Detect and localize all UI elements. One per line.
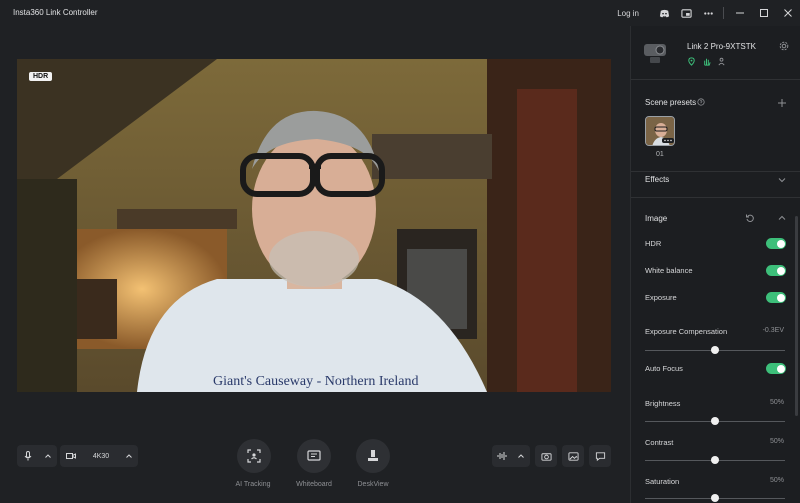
scene-preset-01[interactable] xyxy=(645,116,675,146)
title-bar: Insta360 Link Controller Log in xyxy=(0,0,800,26)
auto-focus-label: Auto Focus xyxy=(645,364,683,373)
chevron-down-icon[interactable] xyxy=(777,175,787,185)
chevron-up-icon[interactable] xyxy=(120,445,138,467)
slider-thumb[interactable] xyxy=(711,494,719,502)
saturation-slider[interactable] xyxy=(645,494,785,502)
more-icon[interactable] xyxy=(697,2,719,24)
whiteboard-icon xyxy=(307,450,321,461)
bottom-control-bar: 4K30 AI Tracking Whiteboard DeskView xyxy=(0,430,630,490)
camera-feed-image: Giant's Causeway - Northern Ireland xyxy=(17,59,611,392)
contrast-value: 50% xyxy=(769,438,784,445)
chevron-up-icon[interactable] xyxy=(777,213,787,223)
auto-focus-toggle[interactable] xyxy=(766,363,786,374)
app-title: Insta360 Link Controller xyxy=(13,8,98,17)
add-preset-icon[interactable] xyxy=(777,98,787,108)
gear-icon[interactable] xyxy=(779,41,789,51)
slider-thumb[interactable] xyxy=(711,456,719,464)
ai-tracking-label: AI Tracking xyxy=(235,481,271,488)
effects-title[interactable]: Effects xyxy=(645,175,669,184)
ai-tracking-icon xyxy=(247,449,261,463)
chat-icon xyxy=(595,451,605,461)
shirt-text: Giant's Causeway - Northern Ireland xyxy=(213,374,418,389)
contrast-label: Contrast xyxy=(645,438,674,447)
exposure-compensation-label: Exposure Compensation xyxy=(645,327,728,336)
hdr-toggle[interactable] xyxy=(766,238,786,249)
minimize-icon[interactable] xyxy=(728,0,752,26)
feedback-button[interactable] xyxy=(589,445,611,467)
white-balance-label: White balance xyxy=(645,266,693,275)
exposure-label: Exposure xyxy=(645,293,677,302)
camera-preview[interactable]: Giant's Causeway - Northern Ireland HDR xyxy=(17,59,611,392)
device-name: Link 2 Pro-9XTSTK xyxy=(687,42,756,51)
exposure-compensation-value: -0.3EV xyxy=(762,327,784,334)
microphone-icon[interactable] xyxy=(17,445,39,467)
gesture-hand-icon[interactable] xyxy=(702,57,711,66)
saturation-value: 50% xyxy=(769,477,784,484)
camera-capture-icon xyxy=(540,452,552,461)
exposure-toggle[interactable] xyxy=(766,292,786,303)
settings-sidebar: Link 2 Pro-9XTSTK Scene presets 01 Effec… xyxy=(630,26,800,503)
hdr-badge: HDR xyxy=(29,72,53,81)
person-icon[interactable] xyxy=(717,57,726,66)
image-title: Image xyxy=(645,214,668,223)
title-bar-actions: Log in xyxy=(617,0,800,26)
deskview-button[interactable] xyxy=(356,439,390,473)
reset-icon[interactable] xyxy=(745,213,755,223)
title-bar-separator xyxy=(723,7,724,19)
exposure-compensation-slider[interactable] xyxy=(645,346,785,354)
slider-thumb[interactable] xyxy=(711,417,719,425)
webcam-icon xyxy=(644,44,666,63)
contrast-slider[interactable] xyxy=(645,456,785,464)
chevron-up-icon[interactable] xyxy=(512,445,530,467)
chevron-up-icon[interactable] xyxy=(39,445,57,467)
close-icon[interactable] xyxy=(776,0,800,26)
audio-control[interactable] xyxy=(492,445,530,467)
image-icon xyxy=(567,451,579,461)
resolution-value[interactable]: 4K30 xyxy=(82,445,120,467)
snapshot-button[interactable] xyxy=(535,445,557,467)
sidebar-scrollbar[interactable] xyxy=(795,216,798,416)
preset-thumbnail xyxy=(646,117,674,145)
device-header: Link 2 Pro-9XTSTK xyxy=(631,26,800,80)
ai-tracking-button[interactable] xyxy=(237,439,271,473)
picture-in-picture-icon[interactable] xyxy=(675,2,697,24)
white-balance-toggle[interactable] xyxy=(766,265,786,276)
audio-wave-icon[interactable] xyxy=(492,445,512,467)
section-divider xyxy=(631,197,800,198)
brightness-label: Brightness xyxy=(645,399,681,408)
section-divider xyxy=(631,171,800,172)
preset-label: 01 xyxy=(656,151,664,158)
device-status-icons xyxy=(687,57,726,66)
hdr-label: HDR xyxy=(645,239,662,248)
saturation-label: Saturation xyxy=(645,477,680,486)
microphone-control[interactable] xyxy=(17,445,57,467)
help-icon[interactable] xyxy=(697,98,705,106)
scene-presets-title: Scene presets xyxy=(645,98,697,107)
discord-icon[interactable] xyxy=(653,2,675,24)
deskview-icon xyxy=(368,450,378,461)
brightness-value: 50% xyxy=(769,399,784,406)
maximize-icon[interactable] xyxy=(752,0,776,26)
slider-thumb[interactable] xyxy=(711,346,719,354)
camera-icon[interactable] xyxy=(60,445,82,467)
location-pin-icon[interactable] xyxy=(687,57,696,66)
gallery-button[interactable] xyxy=(562,445,584,467)
camera-resolution-control[interactable]: 4K30 xyxy=(60,445,138,467)
deskview-label: DeskView xyxy=(357,481,389,488)
login-link[interactable]: Log in xyxy=(617,9,639,18)
brightness-slider[interactable] xyxy=(645,417,785,425)
whiteboard-button[interactable] xyxy=(297,439,331,473)
resolution-label: 4K30 xyxy=(92,452,110,460)
